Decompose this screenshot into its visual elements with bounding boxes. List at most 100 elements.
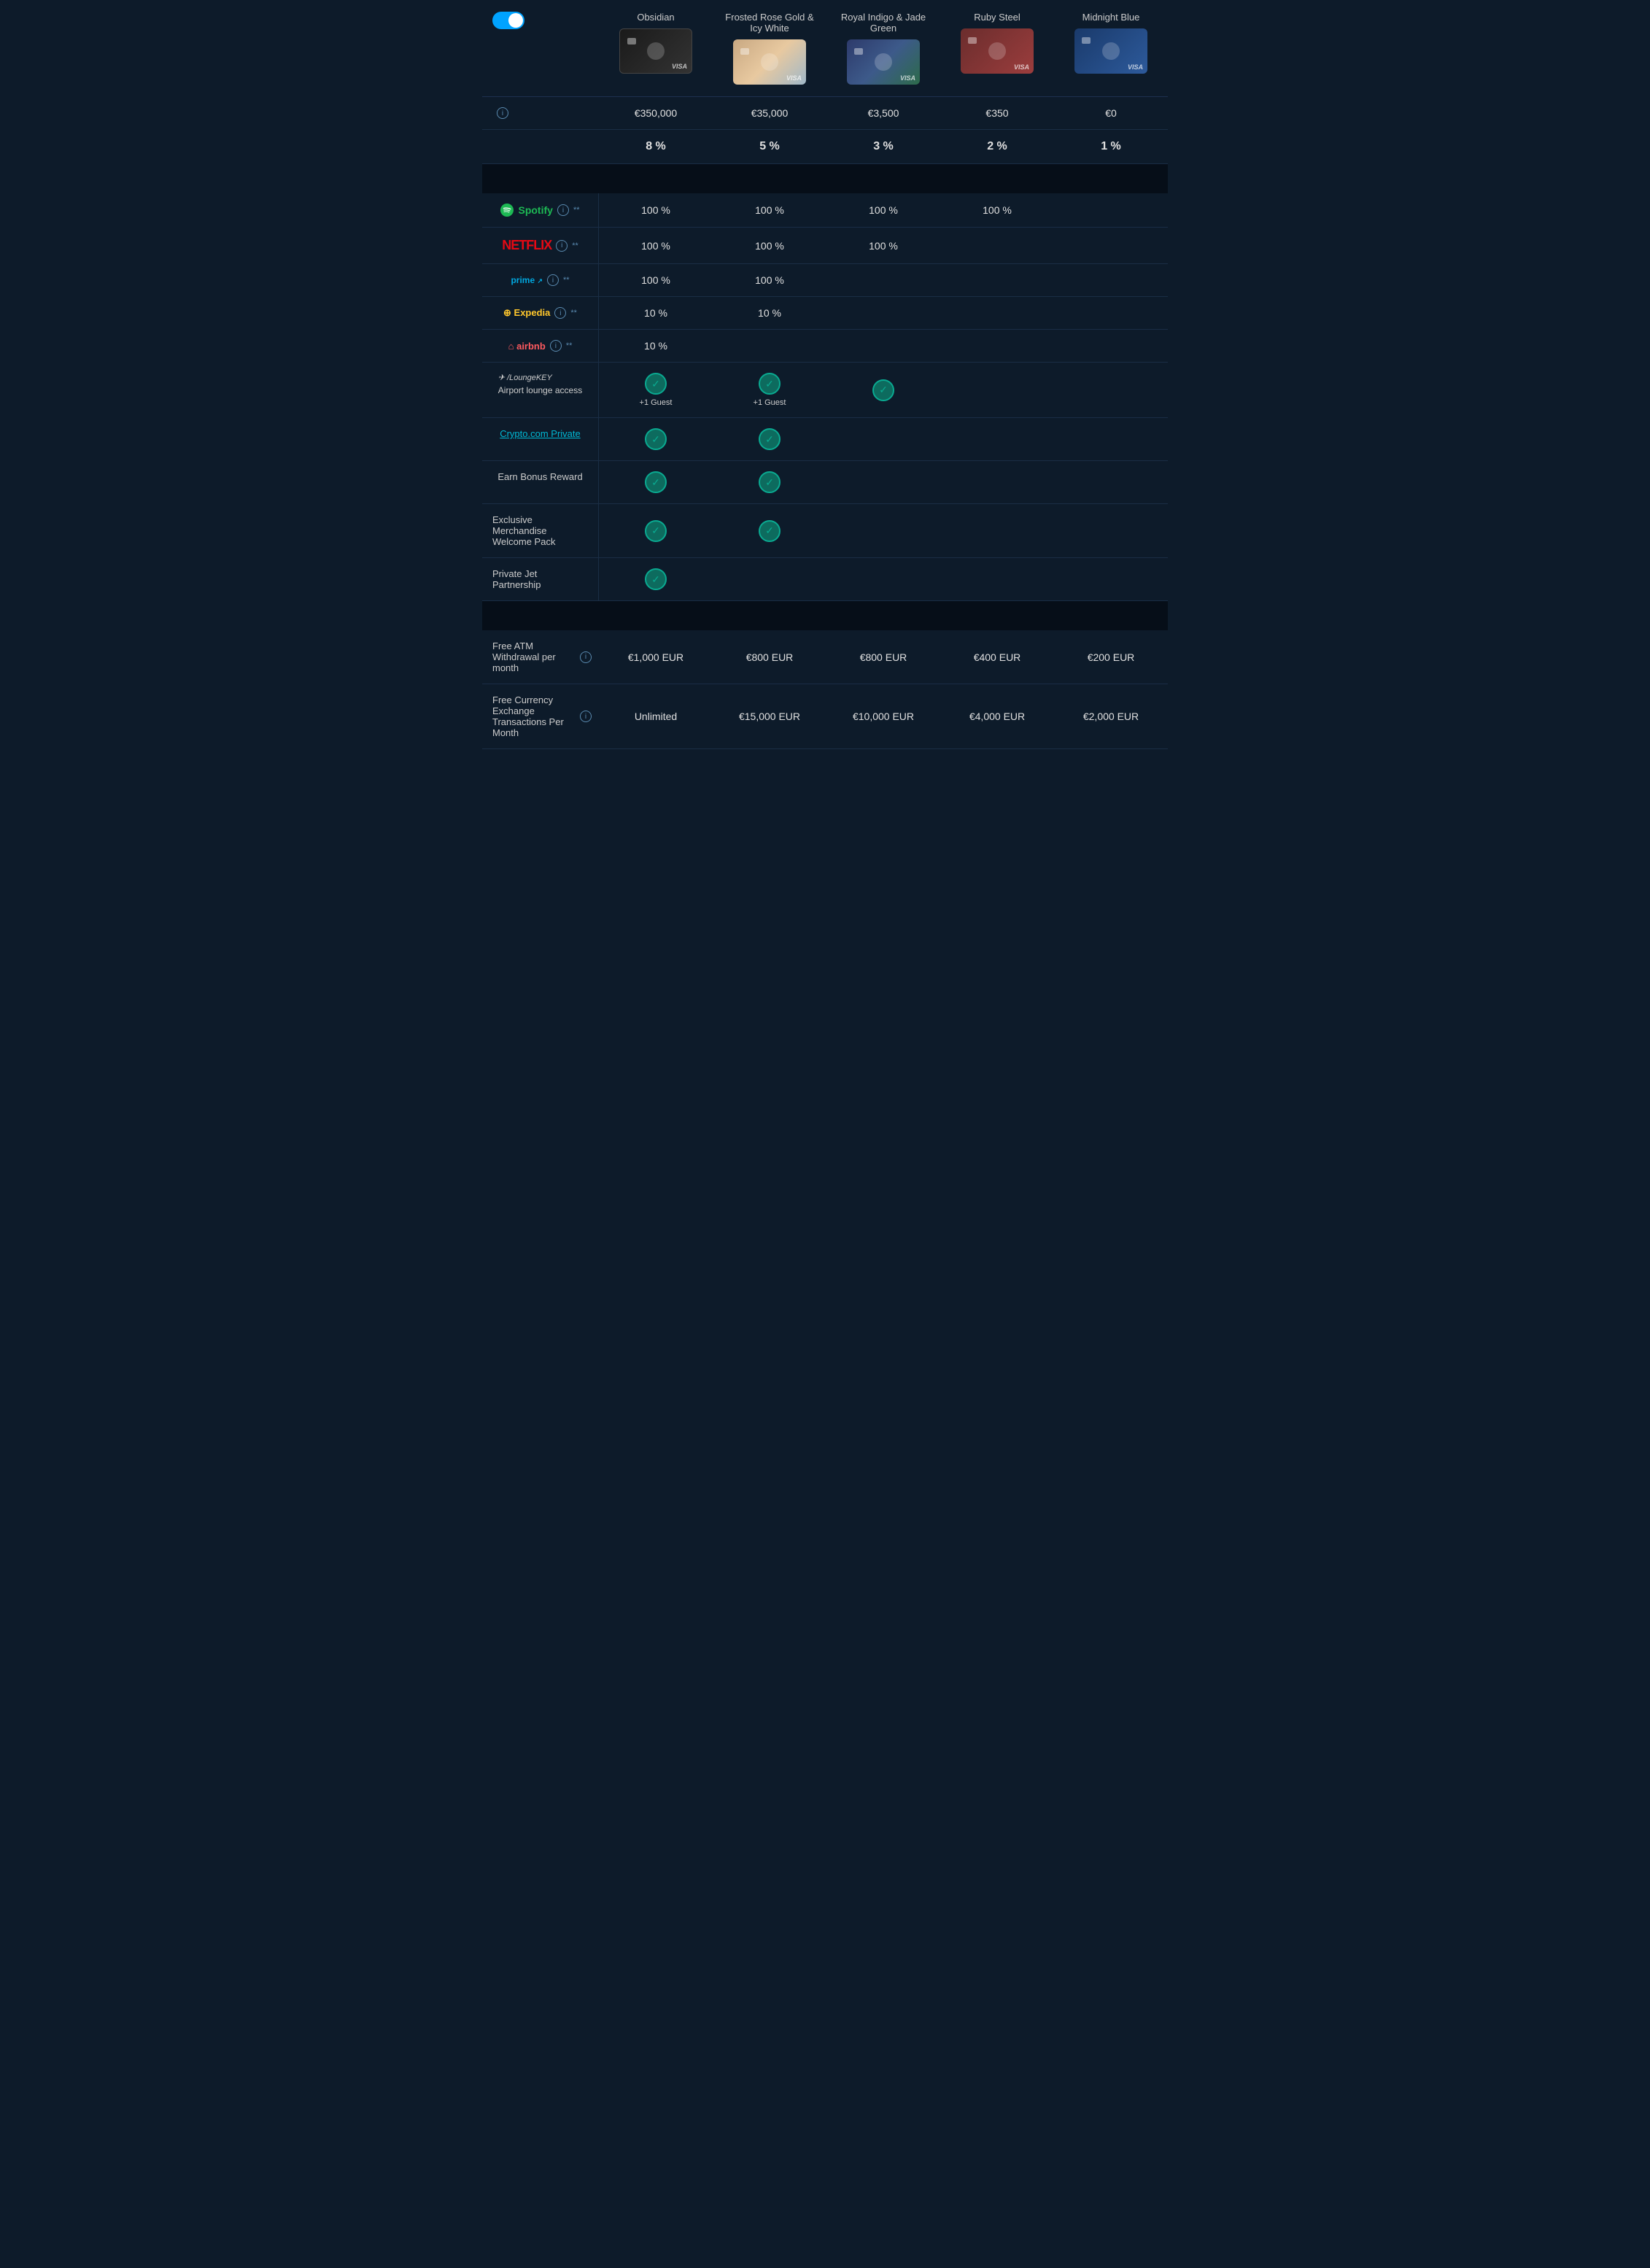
benefit-val-4-4 [1054,330,1168,362]
prime-logo: prime ↗ [511,275,543,285]
benefit-val-0-1: 100 % [713,193,826,227]
benefit-val-5-2: ✓ [826,363,940,417]
rewards-value-obsidian: 8 % [599,130,713,163]
card-name-obsidian: Obsidian [606,12,705,23]
check-icon: ✓ [645,428,667,450]
benefit-val-4-1 [713,330,826,362]
limit-val-1-0: Unlimited [599,684,713,748]
benefit-val-3-1: 10 % [713,297,826,329]
benefit-val-7-3 [940,461,1054,503]
expedia-stars: ** [570,309,577,317]
benefit-val-1-2: 100 % [826,228,940,263]
limit-val-1-4: €2,000 EUR [1054,684,1168,748]
limit-row-1: Free Currency Exchange Transactions Per … [482,684,1168,749]
expedia-info-icon[interactable]: i [554,307,566,319]
cro-rewards-row: 8 %5 %3 %2 %1 % [482,130,1168,164]
header-card-obsidian: Obsidian VISA [599,0,713,96]
benefit-val-0-0: 100 % [599,193,713,227]
limit-row-0: Free ATM Withdrawal per monthi€1,000 EUR… [482,630,1168,684]
spotify-stars: ** [573,206,580,214]
staking-toggle[interactable] [492,12,524,29]
card-benefits-header [482,164,1168,193]
benefit-label-3: ⊕ Expedia i ** [482,297,599,329]
prime-info-icon[interactable]: i [547,274,559,286]
benefit-val-3-3 [940,297,1054,329]
toggle-cell[interactable] [482,0,599,96]
rewards-value-midnight: 1 % [1054,130,1168,163]
benefit-val-8-2 [826,504,940,557]
card-name-royal: Royal Indigo & Jade Green [834,12,933,34]
card-name-midnight: Midnight Blue [1061,12,1161,23]
benefit-val-1-4 [1054,228,1168,263]
benefit-label-6[interactable]: Crypto.com Private [482,418,599,460]
benefit-val-3-2 [826,297,940,329]
card-image-ruby: VISA [961,28,1034,74]
benefit-text-8: Exclusive Merchandise Welcome Pack [492,514,588,547]
expedia-logo: ⊕ Expedia [503,307,550,319]
check-guest-col: ✓ +1 Guest [640,373,673,407]
spotify-logo: Spotify [500,204,552,217]
benefit-val-2-1: 100 % [713,264,826,296]
limit-val-1-3: €4,000 EUR [940,684,1054,748]
limit-val-0-4: €200 EUR [1054,630,1168,684]
check-icon: ✓ [759,471,781,493]
card-name-ruby: Ruby Steel [948,12,1047,23]
rewards-value-ruby: 2 % [940,130,1054,163]
lounge-logo: ✈ /LoungeKEY [498,373,582,382]
benefit-val-7-4 [1054,461,1168,503]
benefit-row-0: Spotify i ** 100 %100 %100 %100 % [482,193,1168,228]
cro-stake-row: i €350,000€35,000€3,500€350€0 [482,97,1168,130]
card-image-obsidian: VISA [619,28,692,74]
benefit-label-7: Earn Bonus Reward [482,461,599,503]
airbnb-logo: ⌂ airbnb [508,341,546,352]
guest-label: +1 Guest [754,398,786,407]
limit-info-icon-0[interactable]: i [580,651,592,663]
benefit-val-4-2 [826,330,940,362]
benefit-val-4-0: 10 % [599,330,713,362]
benefit-val-0-4 [1054,193,1168,227]
benefit-label-9: Private Jet Partnership [482,558,599,600]
benefit-label-5: ✈ /LoungeKEY Airport lounge access [482,363,599,417]
benefit-val-0-3: 100 % [940,193,1054,227]
benefit-val-0-2: 100 % [826,193,940,227]
benefit-val-9-2 [826,558,940,600]
benefit-val-6-2 [826,418,940,460]
spotify-info-icon[interactable]: i [557,204,569,216]
benefit-row-2: prime ↗ i ** 100 %100 % [482,264,1168,297]
benefit-val-2-0: 100 % [599,264,713,296]
benefit-label-8: Exclusive Merchandise Welcome Pack [482,504,599,557]
netflix-info-icon[interactable]: i [556,240,568,252]
benefit-val-1-0: 100 % [599,228,713,263]
header-card-midnight: Midnight BlueVISA [1054,0,1168,96]
benefit-val-2-2 [826,264,940,296]
benefit-val-2-4 [1054,264,1168,296]
benefit-val-6-4 [1054,418,1168,460]
benefit-val-5-1: ✓ +1 Guest [713,363,826,417]
benefit-val-6-0: ✓ [599,418,713,460]
limit-label-1: Free Currency Exchange Transactions Per … [482,684,599,748]
stake-value-rose: €35,000 [713,97,826,129]
card-name-rose: Frosted Rose Gold & Icy White [720,12,819,34]
limit-val-0-2: €800 EUR [826,630,940,684]
benefit-row-7: Earn Bonus Reward ✓ ✓ [482,461,1168,504]
limit-info-icon-1[interactable]: i [580,711,592,722]
benefit-val-9-3 [940,558,1054,600]
benefit-row-6: Crypto.com Private✓✓ [482,418,1168,461]
cro-stake-info-icon[interactable]: i [497,107,508,119]
card-image-royal: VISA [847,39,920,85]
stake-value-midnight: €0 [1054,97,1168,129]
check-icon: ✓ [645,373,667,395]
benefit-val-5-0: ✓ +1 Guest [599,363,713,417]
netflix-logo: NETFLIX [502,238,551,253]
benefit-val-9-4 [1054,558,1168,600]
benefit-row-8: Exclusive Merchandise Welcome Pack✓✓ [482,504,1168,558]
check-icon: ✓ [645,520,667,542]
check-icon: ✓ [759,373,781,395]
benefit-val-6-3 [940,418,1054,460]
card-limits-header [482,601,1168,630]
check-icon: ✓ [645,471,667,493]
crypto-private-link[interactable]: Crypto.com Private [500,428,581,439]
airbnb-info-icon[interactable]: i [550,340,562,352]
benefit-val-8-4 [1054,504,1168,557]
benefit-val-7-2 [826,461,940,503]
